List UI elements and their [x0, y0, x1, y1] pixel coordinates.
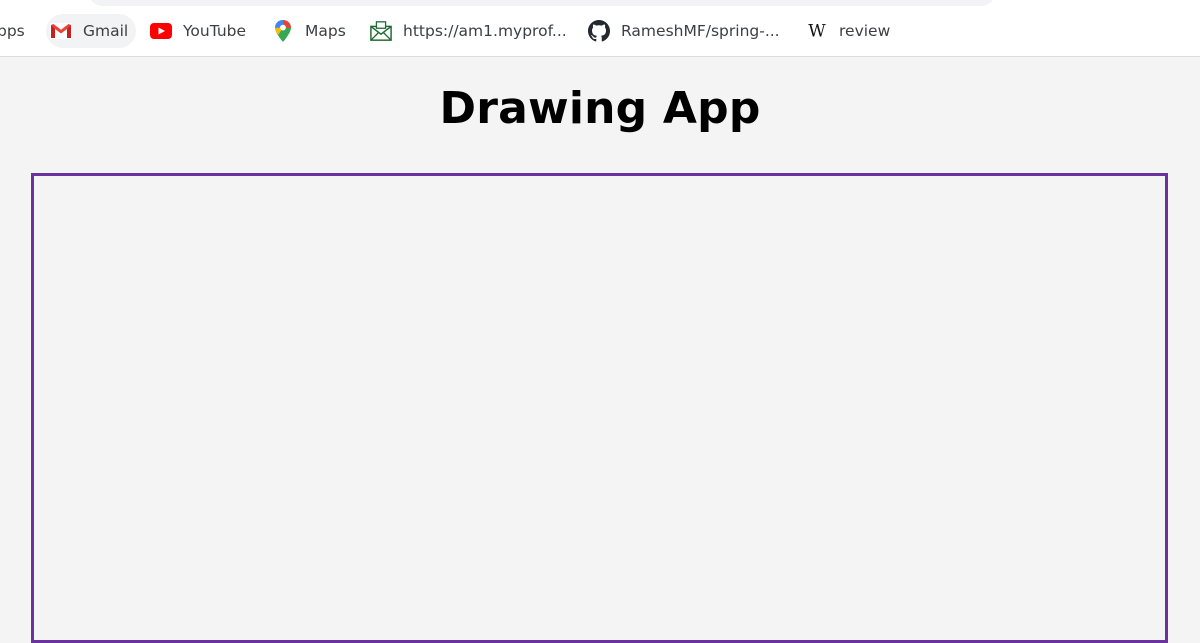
bookmark-label: review	[839, 22, 891, 40]
github-icon	[588, 20, 610, 42]
bookmarks-bar: pps Gmail YouTube	[0, 14, 1200, 48]
youtube-icon	[150, 20, 172, 42]
bookmark-wikipedia-review[interactable]: W review	[806, 14, 890, 48]
bookmark-label: https://am1.myprof...	[403, 22, 567, 40]
gmail-icon	[50, 20, 72, 42]
browser-chrome: pps Gmail YouTube	[0, 0, 1200, 57]
bookmark-label: Maps	[305, 22, 346, 40]
bookmark-youtube[interactable]: YouTube	[150, 14, 246, 48]
bookmark-gmail[interactable]: Gmail	[46, 14, 137, 48]
maps-pin-icon	[272, 20, 294, 42]
bookmark-myprofile-mail[interactable]: https://am1.myprof...	[370, 14, 567, 48]
bookmark-label: Gmail	[83, 22, 129, 40]
bookmark-github-repo[interactable]: RameshMF/spring-...	[588, 14, 780, 48]
address-bar[interactable]	[88, 0, 996, 6]
bookmark-label: RameshMF/spring-...	[621, 22, 780, 40]
bookmark-maps[interactable]: Maps	[272, 14, 346, 48]
page-title: Drawing App	[439, 83, 761, 134]
svg-text:W: W	[808, 23, 826, 39]
mail-envelope-icon	[370, 20, 392, 42]
drawing-canvas[interactable]	[31, 173, 1168, 643]
wikipedia-icon: W	[806, 20, 828, 42]
bookmark-apps[interactable]: pps	[0, 14, 25, 48]
bookmark-label: YouTube	[183, 22, 247, 40]
bookmark-label: pps	[0, 22, 25, 40]
